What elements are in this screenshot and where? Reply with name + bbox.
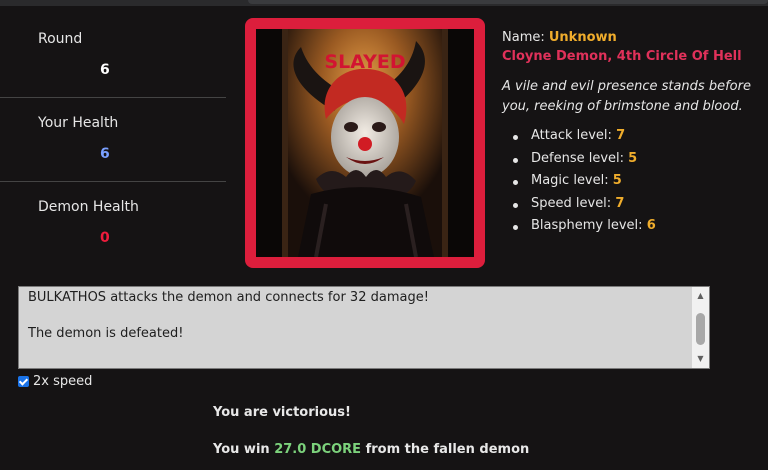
reward-prefix: You win bbox=[213, 442, 275, 457]
battle-log-text: BULKATHOS attacks the demon and connects… bbox=[28, 290, 688, 344]
scroll-thumb[interactable] bbox=[696, 313, 705, 345]
stat-label: Your Health bbox=[38, 115, 119, 131]
demon-portrait: SLAYED bbox=[256, 29, 474, 257]
top-bar-strip bbox=[248, 0, 768, 4]
speed-toggle[interactable]: 2x speed bbox=[18, 374, 92, 389]
stats-panel: Round 6 Your Health 6 Demon Health 0 bbox=[0, 14, 226, 266]
attribute-label: Attack level: bbox=[531, 128, 612, 143]
stat-demon-health: Demon Health 0 bbox=[0, 182, 226, 266]
scroll-down-arrow-icon[interactable]: ▼ bbox=[692, 352, 709, 366]
reward-suffix: from the fallen demon bbox=[361, 442, 530, 457]
demon-attributes: Attack level: 7 Defense level: 5 Magic l… bbox=[502, 128, 762, 241]
attribute-label: Magic level: bbox=[531, 173, 609, 188]
attribute-label: Defense level: bbox=[531, 150, 625, 166]
stat-your-health: Your Health 6 bbox=[0, 98, 226, 182]
attribute-blasphemy: Blasphemy level: 6 bbox=[502, 218, 762, 241]
attribute-label: Speed level: bbox=[531, 195, 612, 211]
demon-name-label: Name: bbox=[502, 30, 545, 45]
victory-message: You are victorious! bbox=[213, 405, 351, 420]
attribute-value: 5 bbox=[628, 150, 638, 166]
attribute-magic: Magic level: 5 bbox=[502, 173, 762, 196]
attribute-speed: Speed level: 7 bbox=[502, 196, 762, 219]
reward-message: You win 27.0 DCORE from the fallen demon bbox=[213, 442, 529, 457]
demon-name-value: Unknown bbox=[548, 30, 617, 45]
top-bar bbox=[0, 0, 768, 6]
stat-label: Demon Health bbox=[38, 199, 139, 215]
demon-description: A vile and evil presence stands before y… bbox=[502, 79, 751, 114]
speed-checkbox[interactable] bbox=[18, 376, 29, 387]
demon-info: Name: Unknown Cloyne Demon, 4th Circle O… bbox=[502, 30, 762, 241]
scroll-up-arrow-icon[interactable]: ▲ bbox=[692, 289, 709, 303]
log-line: BULKATHOS attacks the demon and connects… bbox=[28, 290, 429, 305]
attribute-value: 5 bbox=[612, 173, 622, 188]
demon-name-line: Name: Unknown bbox=[502, 30, 762, 45]
reward-amount: 27.0 DCORE bbox=[274, 442, 362, 457]
slayed-overlay: SLAYED bbox=[324, 51, 406, 73]
attribute-label: Blasphemy level: bbox=[531, 218, 643, 233]
attribute-value: 7 bbox=[616, 128, 626, 143]
bullet-icon bbox=[513, 135, 518, 140]
demon-title: Cloyne Demon, 4th Circle Of Hell bbox=[502, 49, 742, 64]
battle-log[interactable]: BULKATHOS attacks the demon and connects… bbox=[18, 286, 710, 369]
log-line: The demon is defeated! bbox=[28, 326, 184, 341]
stat-label: Round bbox=[38, 31, 83, 47]
attribute-defense: Defense level: 5 bbox=[502, 151, 762, 174]
attribute-value: 6 bbox=[646, 218, 656, 233]
attribute-attack: Attack level: 7 bbox=[502, 128, 762, 151]
demon-portrait-frame: SLAYED bbox=[245, 18, 485, 268]
bullet-icon bbox=[513, 202, 518, 208]
stat-value: 6 bbox=[100, 146, 110, 162]
stat-value: 0 bbox=[100, 230, 110, 246]
attribute-value: 7 bbox=[615, 195, 625, 211]
stat-value: 6 bbox=[100, 62, 110, 78]
bullet-icon bbox=[513, 180, 518, 185]
log-scrollbar[interactable]: ▲ ▼ bbox=[692, 287, 709, 368]
bullet-icon bbox=[513, 225, 518, 230]
speed-label: 2x speed bbox=[33, 374, 93, 389]
stat-round: Round 6 bbox=[0, 14, 226, 98]
bullet-icon bbox=[513, 157, 518, 163]
